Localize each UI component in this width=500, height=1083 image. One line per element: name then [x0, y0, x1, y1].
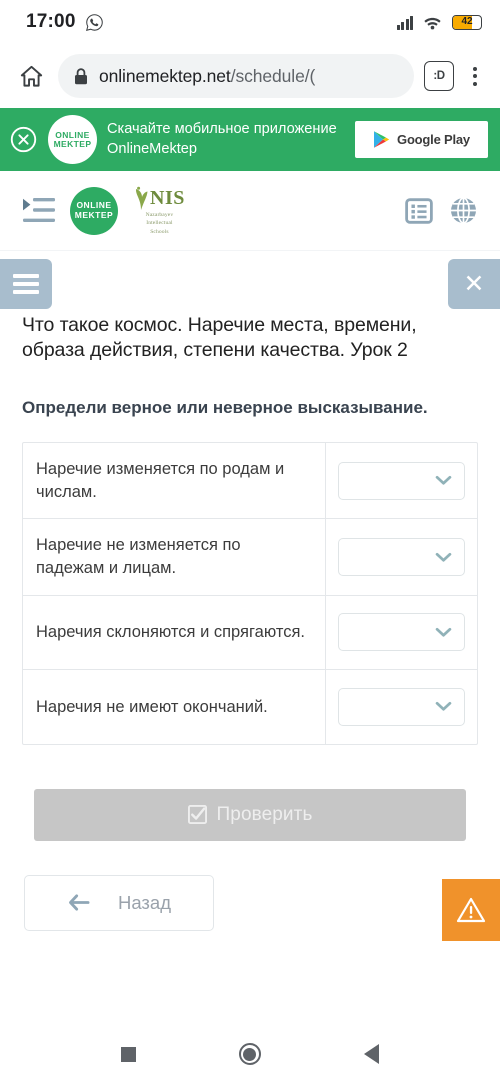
url-domain: onlinemektep.net — [99, 65, 231, 86]
close-x-icon: ✕ — [463, 269, 485, 298]
statement-text: Наречия склоняются и спрягаются. — [36, 623, 305, 642]
answer-dropdown[interactable] — [338, 687, 465, 726]
wifi-icon — [424, 17, 441, 29]
battery-indicator: 42 — [452, 14, 482, 30]
statement-text: Наречие не изменяется по падежам и лицам… — [36, 536, 241, 578]
warning-triangle-icon — [456, 897, 486, 923]
answer-cell — [325, 519, 477, 595]
status-bar: 17:00 42 — [0, 0, 500, 44]
indent-list-icon[interactable] — [22, 196, 56, 226]
site-logo-line2: MEKTEP — [74, 209, 114, 220]
chevron-down-icon — [435, 552, 452, 562]
square-recents-icon[interactable] — [121, 1046, 137, 1062]
url-text: onlinemektep.net/schedule/( — [99, 66, 315, 87]
site-logo-nis[interactable]: NIS Nazarbayev Intellectual Schools — [132, 185, 185, 235]
circle-home-icon[interactable] — [238, 1043, 261, 1065]
answer-cell — [325, 595, 477, 669]
promo-logo-line2: MEKTEP — [53, 138, 92, 149]
phone-screen: 17:00 42 onlinemektep.net/schedule/(:D … — [0, 0, 500, 1083]
google-play-icon — [374, 131, 390, 148]
tab-switcher-button[interactable]: :D — [424, 61, 454, 91]
statements-table: Наречие изменяется по родам и числам. На… — [22, 441, 478, 745]
close-circle-icon[interactable] — [8, 125, 38, 155]
triangle-back-icon[interactable] — [363, 1044, 379, 1064]
nis-leaf-icon — [135, 187, 148, 211]
chevron-down-icon — [435, 476, 452, 485]
statement-text: Наречия не имеют окончаний. — [36, 697, 268, 716]
table-row: Наречия склоняются и спрягаются. — [23, 595, 477, 670]
site-header: ONLINE MEKTEP NIS Nazarbayev Intellectua… — [0, 171, 500, 251]
promo-banner: ONLINE MEKTEP Скачайте мобильное приложе… — [0, 108, 500, 171]
answer-cell — [325, 442, 477, 519]
table-row: Наречие изменяется по родам и числам. — [23, 442, 477, 520]
back-button[interactable]: Назад — [24, 874, 214, 931]
promo-app-logo: ONLINE MEKTEP — [48, 115, 97, 164]
task-prompt: Определи верное или неверное высказывани… — [22, 398, 428, 418]
page-title: Что такое космос. Наречие места, времени… — [22, 314, 417, 361]
chevron-down-icon — [435, 702, 452, 712]
close-panel-button[interactable]: ✕ — [448, 259, 500, 309]
nis-word: NIS — [150, 186, 185, 209]
bottom-actions: Назад — [0, 874, 500, 941]
clock: 17:00 — [26, 11, 76, 32]
answer-dropdown[interactable] — [338, 461, 465, 500]
check-button[interactable]: Проверить — [34, 788, 466, 841]
promo-text: Скачайте мобильное приложение OnlineMekt… — [107, 120, 345, 159]
back-button-label: Назад — [117, 891, 171, 913]
globe-icon[interactable] — [448, 196, 478, 226]
url-bar[interactable]: onlinemektep.net/schedule/( — [58, 54, 414, 98]
promo-text-line1: Скачайте мобильное приложение — [107, 121, 337, 138]
nis-subtitle: Nazarbayev Intellectual Schools — [145, 212, 174, 235]
google-play-button[interactable]: Google Play — [355, 121, 488, 158]
check-button-label: Проверить — [216, 803, 313, 825]
kebab-menu-icon[interactable] — [464, 66, 486, 86]
whatsapp-icon — [85, 13, 103, 31]
site-logo-mektep[interactable]: ONLINE MEKTEP — [70, 186, 118, 235]
status-bar-right: 42 — [396, 14, 482, 30]
table-row: Наречие не изменяется по падежам и лицам… — [23, 519, 477, 596]
url-path: /schedule/( — [230, 65, 316, 86]
statement-text: Наречие изменяется по родам и числам. — [36, 459, 285, 501]
google-play-label: Google Play — [397, 132, 470, 147]
panel-controls: ✕ — [0, 251, 500, 309]
sidebar-toggle-button[interactable] — [0, 259, 52, 309]
lesson-content: ✕ Что такое космос. Наречие места, време… — [0, 251, 500, 1025]
answer-dropdown[interactable] — [338, 613, 465, 652]
home-icon[interactable] — [14, 59, 48, 93]
report-problem-button[interactable] — [442, 878, 500, 941]
chevron-down-icon — [435, 627, 452, 637]
hamburger-menu-icon — [13, 274, 39, 294]
browser-toolbar: onlinemektep.net/schedule/( :D — [0, 44, 500, 108]
android-nav-bar — [0, 1025, 500, 1083]
status-bar-left: 17:00 — [26, 11, 104, 33]
table-row: Наречия не имеют окончаний. — [23, 669, 477, 744]
checkbox-checked-icon — [187, 805, 207, 825]
answer-cell — [325, 669, 477, 744]
battery-percent: 42 — [461, 16, 473, 27]
promo-text-line2: OnlineMektep — [107, 140, 198, 157]
answer-dropdown[interactable] — [338, 538, 465, 577]
arrow-left-icon — [69, 894, 90, 912]
signal-bars-icon — [396, 15, 413, 30]
lock-icon — [75, 67, 87, 84]
list-view-icon[interactable] — [404, 196, 434, 226]
